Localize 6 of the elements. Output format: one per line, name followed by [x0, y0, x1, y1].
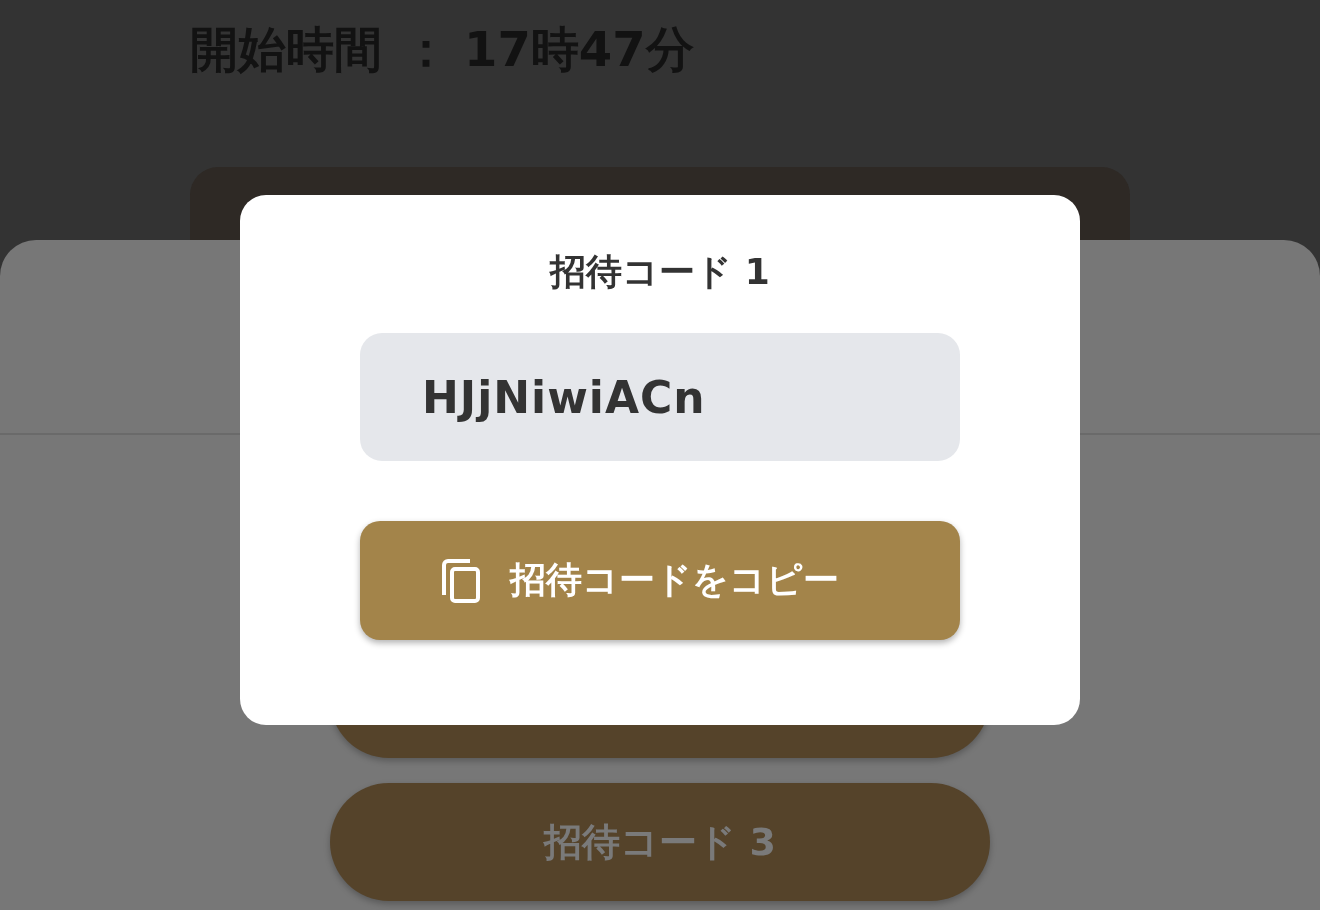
invite-code-button[interactable]: 招待コード 3 [330, 783, 990, 901]
copy-icon [440, 558, 480, 603]
colon-separator: ： [402, 20, 450, 79]
invite-code-field: HJjNiwiACn [360, 333, 960, 461]
copy-code-button[interactable]: 招待コードをコピー [360, 521, 960, 640]
dialog-title: 招待コード 1 [550, 250, 770, 294]
